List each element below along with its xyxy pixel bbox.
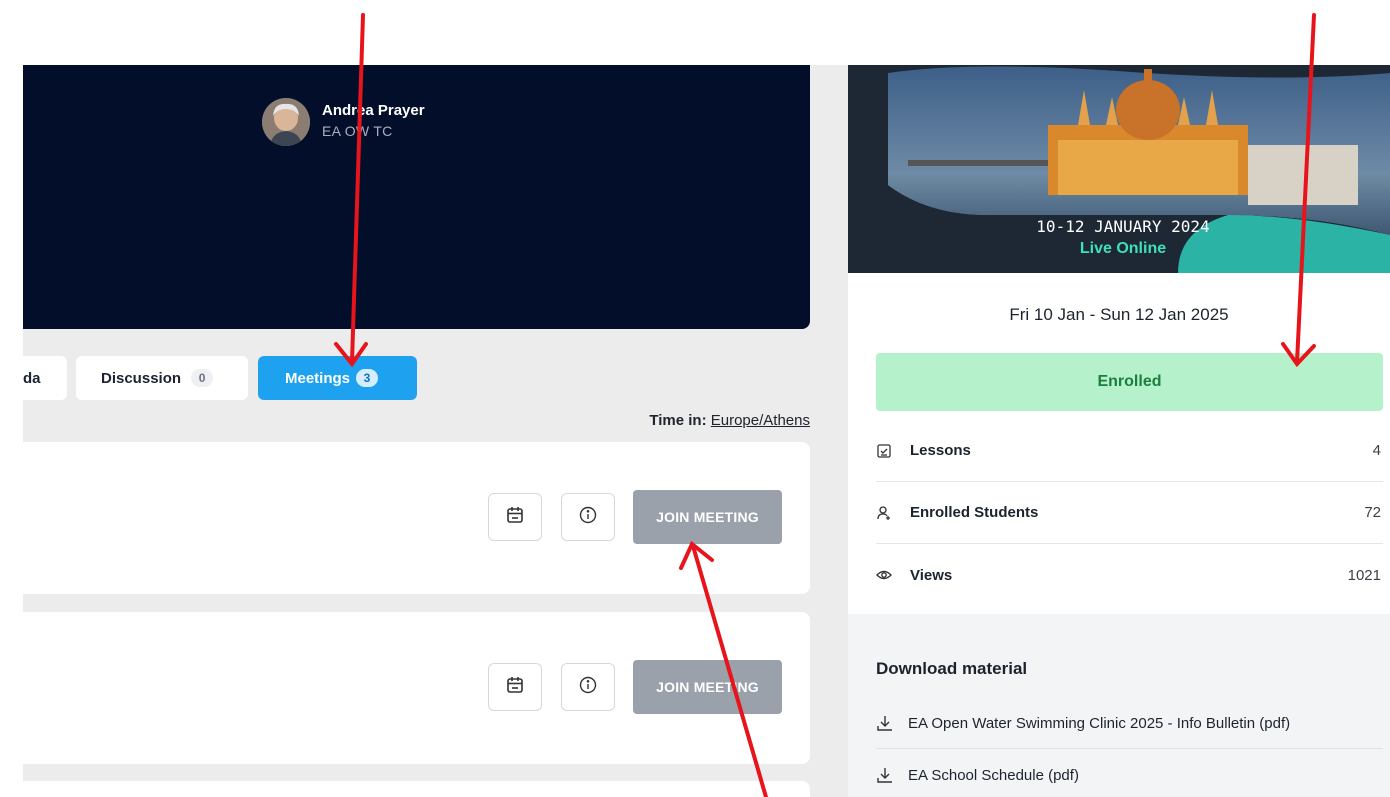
tab-discussion[interactable]: Discussion 0	[76, 356, 248, 400]
meetings-count-badge: 3	[356, 369, 379, 387]
instructor-name: Andrea Prayer	[322, 102, 425, 119]
info-icon	[578, 675, 598, 700]
meeting-card	[23, 781, 810, 797]
download-icon	[876, 714, 908, 732]
download-title: Download material	[876, 659, 1028, 678]
discussion-count-badge: 0	[191, 369, 214, 387]
stat-views: Views 1021	[876, 544, 1383, 606]
download-item-label: EA School Schedule (pdf)	[908, 766, 1079, 784]
instructor-avatar	[262, 98, 310, 146]
meeting-card: JOIN MEETING	[23, 612, 810, 764]
tab-meetings[interactable]: Meetings 3	[258, 356, 417, 400]
download-icon	[876, 766, 908, 784]
timezone-link[interactable]: Europe/Athens	[711, 412, 810, 429]
calendar-icon	[505, 505, 525, 530]
students-icon	[876, 505, 910, 521]
meeting-card: JOIN MEETING	[23, 442, 810, 594]
banner-live-label: Live Online	[1079, 240, 1167, 257]
tab-discussion-label: Discussion	[101, 369, 182, 387]
add-to-calendar-button[interactable]	[488, 493, 542, 541]
tab-agenda-label: da	[23, 369, 41, 387]
stat-views-value: 1021	[1347, 566, 1381, 584]
stat-lessons-label: Lessons	[910, 442, 971, 459]
timezone-info: Time in: Europe/Athens	[649, 412, 810, 429]
banner-dates: 10-12 JANUARY 2024	[1036, 217, 1210, 236]
eye-icon	[876, 567, 910, 583]
add-to-calendar-button[interactable]	[488, 663, 542, 711]
instructor-card[interactable]: Andrea Prayer EA OW TC	[262, 98, 425, 146]
tab-meetings-label: Meetings	[285, 369, 351, 387]
info-icon	[578, 505, 598, 530]
stat-students-label: Enrolled Students	[910, 504, 1039, 521]
stat-students-value: 72	[1364, 504, 1381, 521]
stat-lessons-value: 4	[1372, 442, 1381, 459]
course-banner-image: 10-12 JANUARY 2024 Live Online	[848, 65, 1390, 273]
join-meeting-button[interactable]: JOIN MEETING	[633, 660, 782, 714]
stat-enrolled-students: Enrolled Students 72	[876, 482, 1383, 544]
instructor-role: EA OW TC	[322, 123, 393, 139]
meeting-info-button[interactable]	[561, 663, 615, 711]
join-meeting-button[interactable]: JOIN MEETING	[633, 490, 782, 544]
lessons-icon	[876, 443, 910, 459]
download-item[interactable]: EA School Schedule (pdf)	[876, 749, 1383, 797]
download-item[interactable]: EA Open Water Swimming Clinic 2025 - Inf…	[876, 697, 1383, 749]
course-date-range: Fri 10 Jan - Sun 12 Jan 2025	[1009, 305, 1229, 324]
stat-lessons: Lessons 4	[876, 420, 1383, 482]
stat-views-label: Views	[910, 566, 953, 584]
download-item-label: EA Open Water Swimming Clinic 2025 - Inf…	[908, 714, 1291, 732]
timezone-label: Time in:	[649, 412, 707, 429]
enrolled-status-button[interactable]: Enrolled	[876, 353, 1383, 411]
meeting-info-button[interactable]	[561, 493, 615, 541]
calendar-icon	[505, 675, 525, 700]
tab-agenda[interactable]: da	[0, 356, 67, 400]
